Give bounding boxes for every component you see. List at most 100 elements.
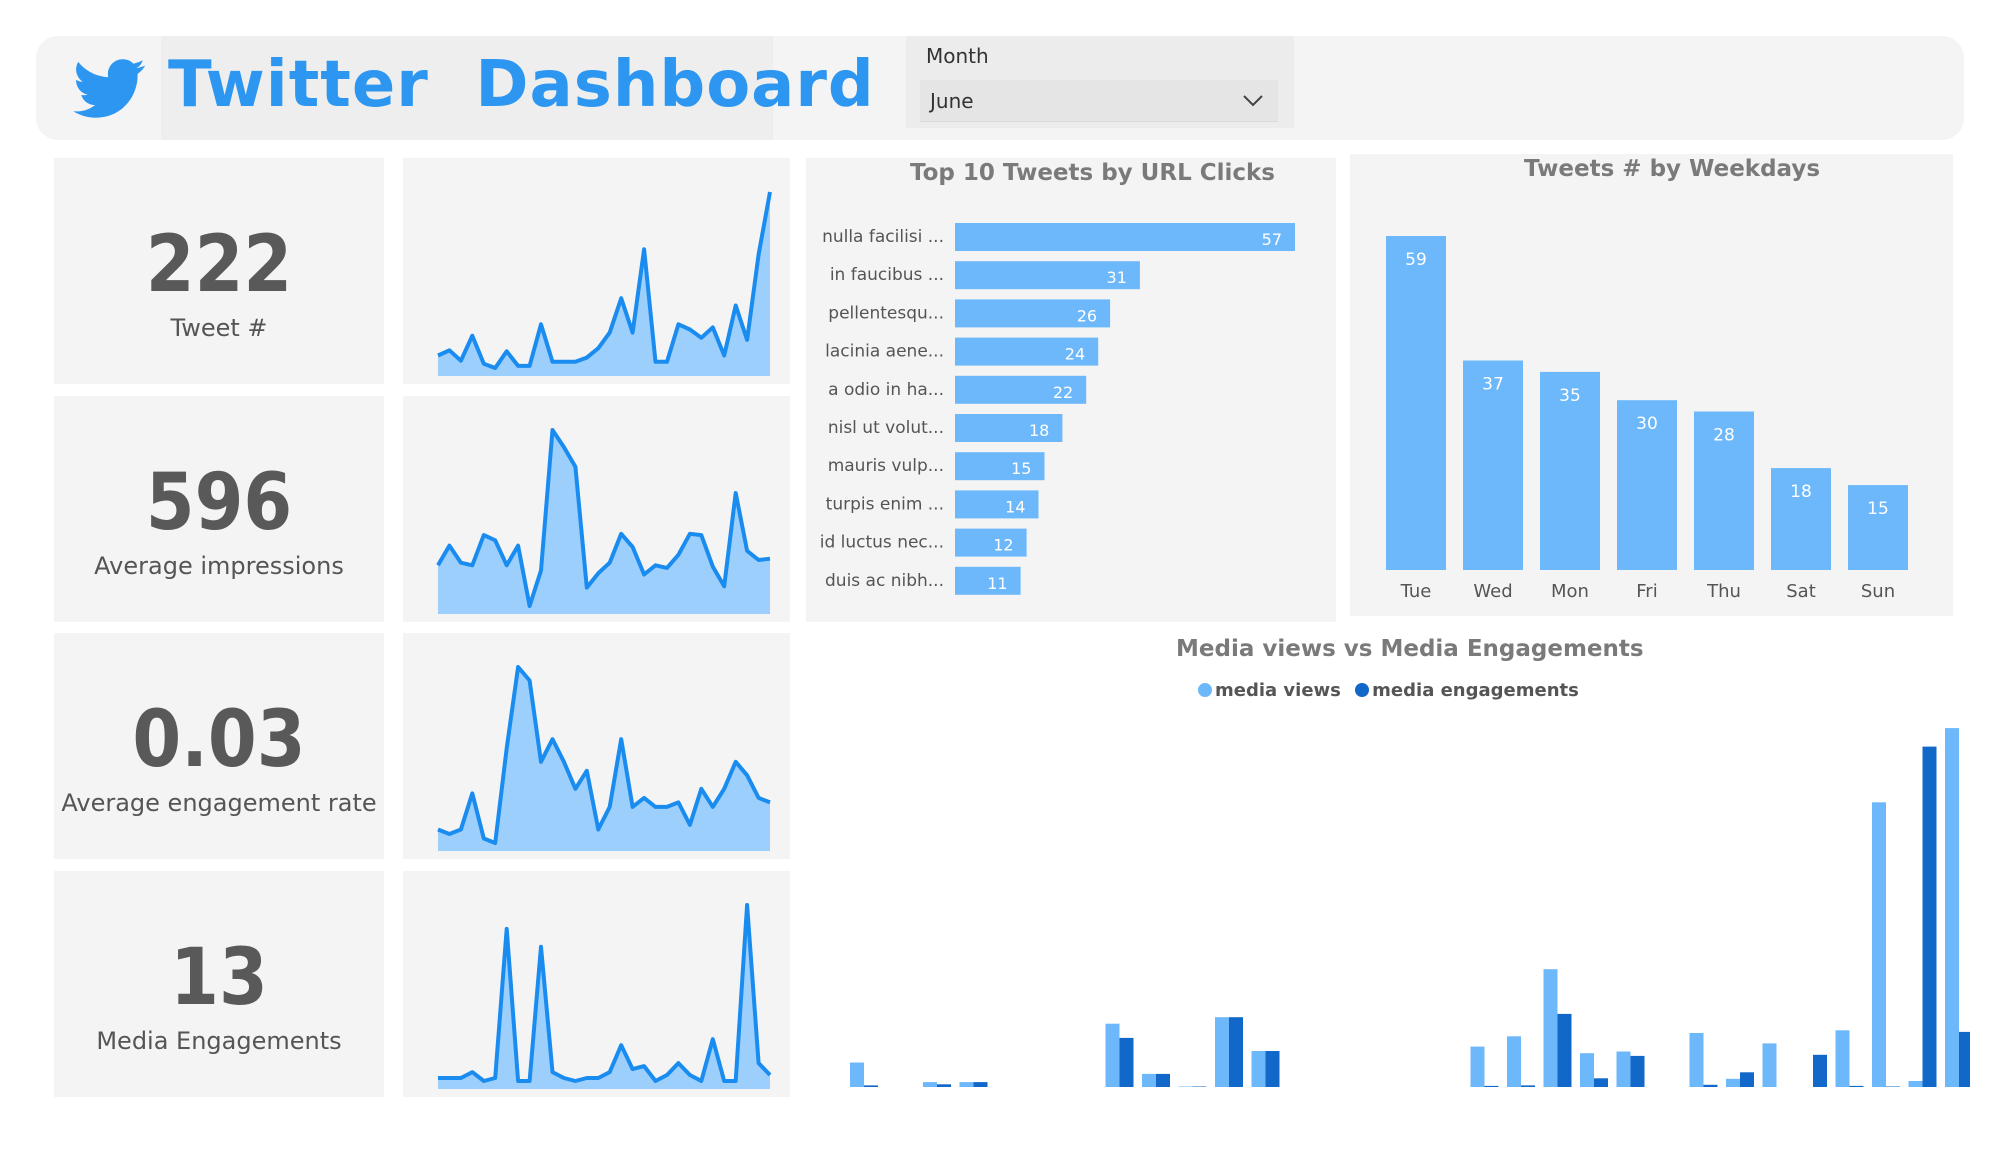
weekday-value-label: 30 — [1636, 414, 1658, 434]
weekday-axis-label: Mon — [1551, 581, 1589, 602]
kpi-engagement-rate-value: 0.03 — [132, 695, 306, 785]
media-engagements-bar[interactable] — [1922, 746, 1937, 1087]
bar-value-label: 14 — [1005, 497, 1025, 516]
sparkline-tweets — [437, 191, 772, 376]
bar-category-label: lacinia aene... — [825, 342, 944, 362]
month-dropdown-value: June — [930, 89, 974, 113]
kpi-tweet-count-value: 222 — [145, 220, 293, 310]
media-engagements-bar[interactable] — [1849, 1085, 1864, 1087]
kpi-card-impressions: 596 Average impressions — [54, 396, 384, 622]
kpi-media-engagements-label: Media Engagements — [96, 1027, 342, 1055]
kpi-engagement-rate-label: Average engagement rate — [61, 789, 377, 817]
weekday-value-label: 15 — [1867, 499, 1889, 519]
media-views-bar[interactable] — [1762, 1043, 1777, 1087]
media-engagements-bar[interactable] — [1630, 1055, 1645, 1087]
media-engagements-bar[interactable] — [1813, 1054, 1827, 1087]
sparkline-area — [438, 430, 770, 614]
sparkline-panel-impressions — [403, 396, 790, 622]
media-views-bar[interactable] — [1543, 969, 1558, 1087]
media-views-bar[interactable] — [1507, 1036, 1521, 1087]
media-engagements-bar[interactable] — [1156, 1073, 1170, 1087]
media-chart-title: Media views vs Media Engagements — [1176, 636, 1644, 662]
media-views-bar[interactable] — [1908, 1081, 1923, 1087]
page-title: Twitter Dashboard — [168, 48, 875, 122]
bar-value-label: 24 — [1065, 345, 1085, 364]
media-engagements-bar[interactable] — [1740, 1072, 1754, 1087]
media-views-bar[interactable] — [1251, 1051, 1266, 1087]
bar-value-label: 26 — [1077, 306, 1097, 325]
media-views-bar[interactable] — [1178, 1086, 1193, 1088]
media-views-bar[interactable] — [1470, 1046, 1485, 1087]
top-tweets-panel: Top 10 Tweets by URL Clicks nulla facili… — [806, 158, 1336, 622]
sparkline-media-engagements — [438, 903, 772, 1089]
kpi-impressions-value: 596 — [145, 458, 293, 548]
media-engagements-bar[interactable] — [937, 1084, 951, 1087]
bar-category-label: mauris vulp... — [828, 456, 944, 476]
media-views-bar[interactable] — [850, 1062, 864, 1088]
weekday-bar[interactable] — [1386, 236, 1446, 570]
media-views-bar[interactable] — [923, 1082, 937, 1087]
media-engagements-bar[interactable] — [1703, 1084, 1718, 1087]
weekday-axis-label: Sat — [1786, 581, 1816, 602]
media-bar-chart — [850, 728, 1970, 1088]
weekday-value-label: 18 — [1790, 482, 1812, 502]
media-views-bar[interactable] — [1945, 728, 1959, 1087]
media-views-bar[interactable] — [1580, 1053, 1594, 1087]
weekday-axis-label: Tue — [1400, 581, 1432, 602]
top-tweets-bar-chart: nulla facilisi ... 57 in faucibus ... 31 pel… — [820, 223, 1295, 595]
sparkline-panel-engagement-rate — [403, 633, 790, 859]
media-engagements-bar[interactable] — [1521, 1085, 1535, 1087]
sparkline-area — [438, 667, 770, 851]
media-engagements-bar[interactable] — [1119, 1037, 1134, 1087]
weekday-panel: Tweets # by Weekdays 59 Tue 37 Wed 35 Mon 30 Fr… — [1350, 154, 1953, 616]
bar-value-label: 22 — [1053, 383, 1073, 402]
media-views-bar[interactable] — [959, 1082, 974, 1087]
media-engagements-bar[interactable] — [973, 1082, 988, 1087]
bar-value-label: 57 — [1262, 230, 1282, 249]
weekday-axis-label: Thu — [1706, 581, 1741, 602]
sparkline-panel-tweets — [403, 158, 790, 384]
month-slicer-label: Month — [926, 44, 989, 68]
weekday-bar[interactable] — [1848, 485, 1908, 570]
twitter-bird-icon — [73, 59, 145, 118]
media-engagements-bar[interactable] — [1484, 1085, 1499, 1087]
media-engagements-bar[interactable] — [864, 1085, 878, 1087]
weekday-axis-label: Wed — [1473, 581, 1512, 602]
sparkline-line — [438, 903, 772, 1083]
weekday-bar-chart: 59 Tue 37 Wed 35 Mon 30 Fri 28 Thu 18 Sat 15 Sun — [1386, 236, 1908, 602]
month-dropdown[interactable]: June — [920, 80, 1278, 122]
media-engagements-bar[interactable] — [1886, 1086, 1900, 1088]
media-views-bar[interactable] — [1872, 802, 1886, 1087]
media-views-bar[interactable] — [1215, 1017, 1229, 1087]
url-clicks-bar[interactable] — [955, 223, 1295, 251]
sparkline-line — [437, 191, 772, 370]
media-engagements-bar[interactable] — [1959, 1031, 1970, 1087]
media-views-bar[interactable] — [1616, 1051, 1631, 1088]
media-engagements-bar[interactable] — [1557, 1013, 1572, 1087]
media-views-bar[interactable] — [1105, 1023, 1120, 1087]
weekday-value-label: 37 — [1482, 375, 1504, 395]
weekday-value-label: 59 — [1405, 250, 1427, 270]
bar-value-label: 15 — [1011, 459, 1031, 478]
kpi-media-engagements-value: 13 — [170, 933, 268, 1023]
bar-category-label: nulla facilisi ... — [822, 227, 944, 247]
kpi-card-media-engagements: 13 Media Engagements — [54, 871, 384, 1097]
sparkline-panel-media-engagements — [403, 871, 790, 1097]
media-engagements-bar[interactable] — [1265, 1051, 1280, 1087]
media-views-bar[interactable] — [1835, 1030, 1850, 1087]
url-clicks-bar[interactable] — [955, 490, 1039, 519]
url-clicks-bar[interactable] — [955, 528, 1027, 557]
bar-category-label: pellentesqu... — [828, 303, 944, 323]
media-engagements-bar[interactable] — [1229, 1017, 1243, 1087]
bar-category-label: in faucibus ... — [830, 265, 944, 285]
bar-category-label: nisl ut volut... — [828, 418, 944, 438]
weekday-axis-label: Fri — [1636, 581, 1657, 602]
bar-category-label: turpis enim ... — [826, 494, 944, 514]
media-views-bar[interactable] — [1689, 1033, 1704, 1087]
media-engagements-bar[interactable] — [1594, 1078, 1608, 1087]
media-views-bar[interactable] — [1726, 1078, 1740, 1087]
bar-category-label: duis ac nibh... — [825, 571, 944, 591]
bar-value-label: 31 — [1107, 268, 1127, 287]
media-views-bar[interactable] — [1142, 1073, 1156, 1087]
media-engagements-bar[interactable] — [1192, 1086, 1207, 1088]
